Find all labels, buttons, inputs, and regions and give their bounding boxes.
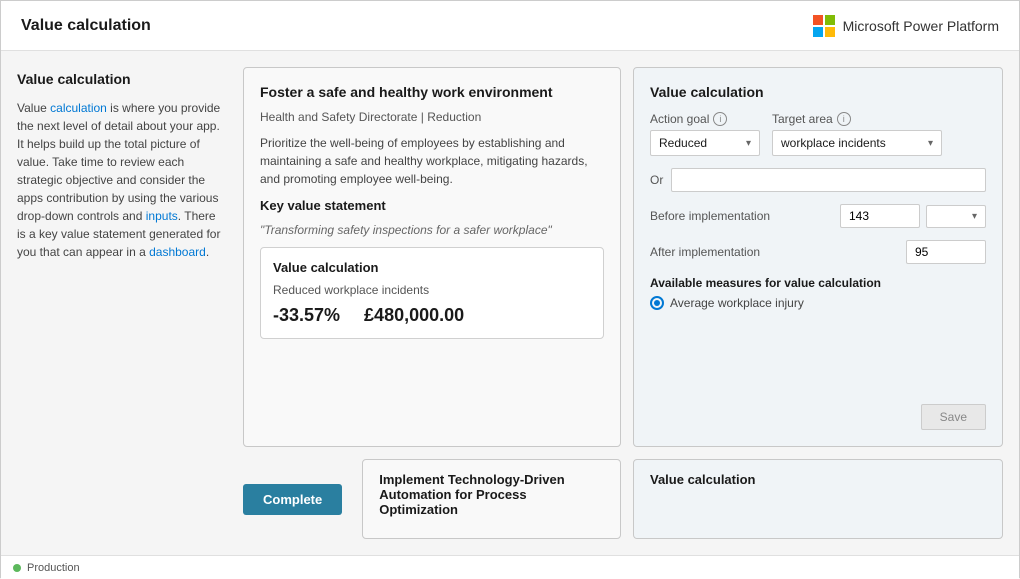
sq-green — [825, 15, 835, 25]
target-area-info-icon[interactable]: i — [837, 112, 851, 126]
target-area-select[interactable]: workplace incidents ▾ — [772, 130, 942, 156]
target-area-chevron-icon: ▾ — [928, 138, 933, 149]
key-value-text: "Transforming safety inspections for a s… — [260, 223, 604, 237]
save-button[interactable]: Save — [921, 404, 986, 430]
form-group-action-goal: Action goal i Reduced ▾ — [650, 112, 760, 156]
ms-platform-label: Microsoft Power Platform — [843, 18, 999, 34]
footer: Production — [1, 555, 1019, 579]
form-row-goals: Action goal i Reduced ▾ Target area i — [650, 112, 986, 156]
sq-blue — [813, 27, 823, 37]
sq-yellow — [825, 27, 835, 37]
or-label: Or — [650, 173, 663, 187]
vc-number2: £480,000.00 — [364, 305, 464, 326]
sidebar-link-calculation[interactable]: calculation — [50, 101, 107, 115]
bottom-left-card: Implement Technology-Driven Automation f… — [362, 459, 621, 539]
measures-section: Available measures for value calculation… — [650, 276, 986, 310]
app-header: Value calculation Microsoft Power Platfo… — [1, 1, 1019, 51]
before-impl-right: ▾ — [840, 204, 986, 228]
ms-squares-icon — [813, 15, 835, 37]
value-calc-section: Value calculation Reduced workplace inci… — [260, 247, 604, 339]
radio-average-injury[interactable] — [650, 296, 664, 310]
sidebar-text: Value calculation is where you provide t… — [17, 99, 227, 261]
sq-red — [813, 15, 823, 25]
key-value-label: Key value statement — [260, 198, 604, 213]
before-unit-chevron-icon: ▾ — [972, 211, 977, 222]
after-label: After implementation — [650, 245, 760, 259]
or-input[interactable] — [671, 168, 986, 192]
action-goal-select[interactable]: Reduced ▾ — [650, 130, 760, 156]
bottom-right-card: Value calculation — [633, 459, 1003, 539]
sidebar: Value calculation Value calculation is w… — [17, 67, 227, 539]
top-row: Foster a safe and healthy work environme… — [243, 67, 1003, 447]
action-goal-info-icon[interactable]: i — [713, 112, 727, 126]
env-status-icon — [13, 564, 21, 572]
before-label: Before implementation — [650, 209, 770, 223]
value-calc-right-card: Value calculation Action goal i Reduced … — [633, 67, 1003, 447]
bottom-left-title: Implement Technology-Driven Automation f… — [379, 472, 604, 517]
form-group-target-area: Target area i workplace incidents ▾ — [772, 112, 942, 156]
action-goal-value: Reduced — [659, 136, 707, 150]
bottom-row: Complete Implement Technology-Driven Aut… — [243, 459, 1003, 539]
action-goal-chevron-icon: ▾ — [746, 138, 751, 149]
save-btn-wrap: Save — [650, 404, 986, 430]
right-card-title: Value calculation — [650, 84, 986, 100]
after-impl-row: After implementation — [650, 240, 986, 264]
sidebar-link-dashboard[interactable]: dashboard — [149, 245, 206, 259]
complete-btn-wrap: Complete — [243, 459, 350, 539]
main-area: Value calculation Value calculation is w… — [1, 51, 1019, 555]
card-description: Prioritize the well-being of employees b… — [260, 134, 604, 188]
card-heading: Foster a safe and healthy work environme… — [260, 84, 604, 100]
measure-item: Average workplace injury — [650, 296, 986, 310]
header-title: Value calculation — [21, 17, 151, 35]
complete-button[interactable]: Complete — [243, 484, 342, 515]
target-area-value: workplace incidents — [781, 136, 886, 150]
env-label: Production — [27, 562, 80, 574]
action-goal-label: Action goal i — [650, 112, 760, 126]
vc-number1: -33.57% — [273, 305, 340, 326]
radio-dot-inner — [654, 300, 660, 306]
before-impl-row: Before implementation ▾ — [650, 204, 986, 228]
vc-row-label: Reduced workplace incidents — [273, 283, 591, 297]
main-left-card: Foster a safe and healthy work environme… — [243, 67, 621, 447]
bottom-right-title: Value calculation — [650, 472, 986, 487]
measure-item-label: Average workplace injury — [670, 296, 804, 310]
value-calc-title: Value calculation — [273, 260, 591, 275]
vc-numbers: -33.57% £480,000.00 — [273, 305, 591, 326]
sidebar-title: Value calculation — [17, 71, 227, 87]
ms-logo: Microsoft Power Platform — [813, 15, 999, 37]
after-value-input[interactable] — [906, 240, 986, 264]
content-area: Foster a safe and healthy work environme… — [243, 67, 1003, 539]
card-subtitle: Health and Safety Directorate | Reductio… — [260, 110, 604, 124]
target-area-label: Target area i — [772, 112, 942, 126]
before-unit-select[interactable]: ▾ — [926, 205, 986, 228]
before-value-input[interactable] — [840, 204, 920, 228]
or-row: Or — [650, 168, 986, 192]
measures-label: Available measures for value calculation — [650, 276, 986, 290]
sidebar-link-inputs[interactable]: inputs — [146, 209, 178, 223]
